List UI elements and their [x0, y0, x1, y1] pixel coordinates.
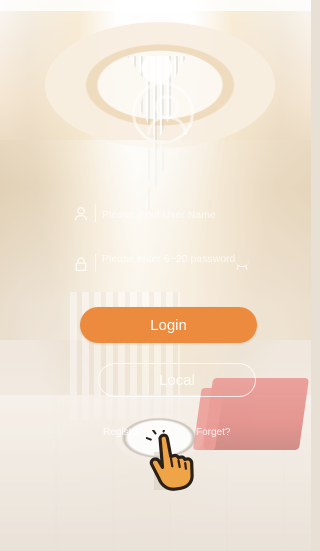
pointing-hand-icon: [146, 430, 194, 491]
lock-icon: [75, 257, 87, 271]
password-input[interactable]: [102, 251, 247, 279]
username-field-divider: [95, 204, 96, 222]
login-screen: Please enter 6~20 password Login Local R…: [0, 0, 311, 551]
local-button[interactable]: Local: [98, 363, 256, 397]
forget-password-link[interactable]: Forget?: [196, 425, 230, 441]
login-button[interactable]: Login: [80, 307, 257, 343]
register-link[interactable]: Register: [103, 425, 140, 441]
password-field-divider: [95, 254, 96, 272]
username-input[interactable]: [102, 201, 247, 229]
password-field[interactable]: Please enter 6~20 password: [72, 247, 250, 281]
user-icon: [74, 207, 88, 221]
username-field[interactable]: [72, 197, 250, 231]
